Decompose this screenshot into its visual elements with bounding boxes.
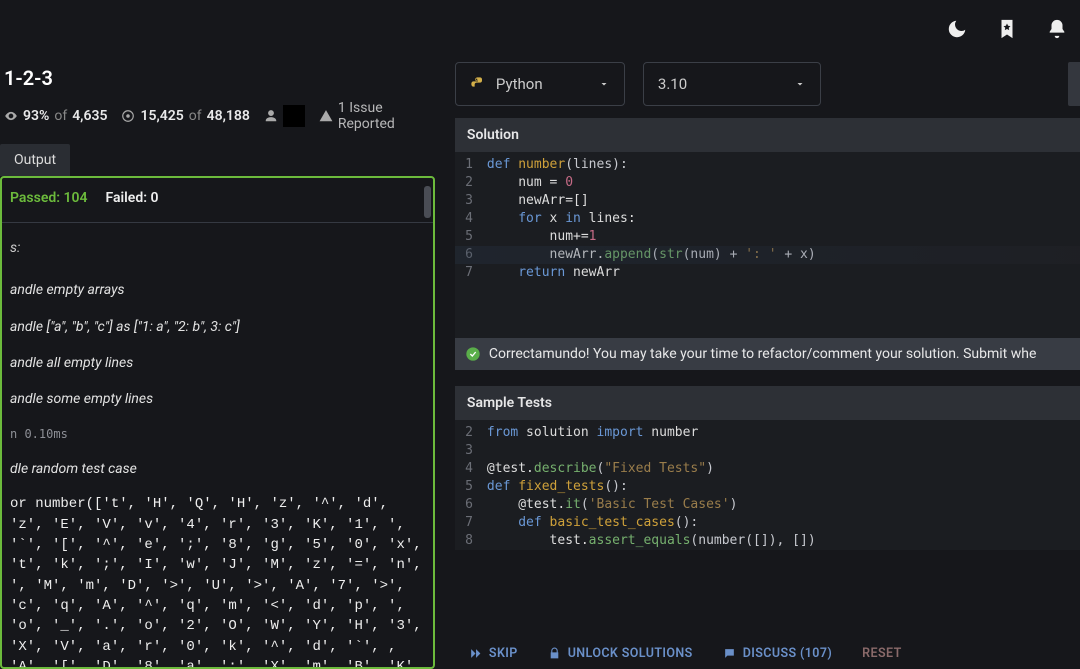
target-icon xyxy=(121,109,135,123)
random-body: or number(['t', 'H', 'Q', 'H', 'z', '^',… xyxy=(10,494,425,667)
warning-icon xyxy=(319,109,333,123)
reset-button[interactable]: RESET xyxy=(852,640,911,667)
skip-button[interactable]: SKIP xyxy=(459,640,528,667)
test-case: andle ["a", "b", "c"] as ["1: a", "2: b"… xyxy=(10,316,425,338)
chevron-down-icon xyxy=(794,78,806,90)
solution-header: Solution xyxy=(455,118,1080,152)
panel-handle[interactable] xyxy=(1068,62,1080,106)
kata-title: 1-2-3 xyxy=(0,62,443,100)
scrollbar[interactable] xyxy=(424,186,431,218)
timing: n 0.10ms xyxy=(10,425,425,444)
avatar xyxy=(283,105,305,127)
lock-icon xyxy=(548,647,561,660)
discuss-button[interactable]: DISCUSS (107) xyxy=(713,640,842,667)
test-case: andle all empty lines xyxy=(10,352,425,374)
kata-meta: 93% of 4,635 15,425 of 48,188 1 Issue Re… xyxy=(0,100,443,144)
python-icon xyxy=(470,76,486,92)
chevron-down-icon xyxy=(598,78,610,90)
passed-count: Passed: 104 xyxy=(10,190,88,206)
status-bar: Correctamundo! You may take your time to… xyxy=(455,338,1080,370)
sample-header: Sample Tests xyxy=(455,386,1080,420)
section-header: s: xyxy=(10,237,425,259)
chat-icon xyxy=(723,647,736,660)
test-case: andle empty arrays xyxy=(10,279,425,301)
test-case: andle some empty lines xyxy=(10,388,425,410)
output-panel: Passed: 104 Failed: 0 s: andle empty arr… xyxy=(0,176,435,669)
bell-icon[interactable] xyxy=(1046,18,1068,44)
bookmark-icon[interactable] xyxy=(996,18,1018,44)
unlock-button[interactable]: UNLOCK SOLUTIONS xyxy=(538,640,703,667)
solution-editor[interactable]: 1234567 def number(lines): num = 0 newAr… xyxy=(455,152,1080,338)
pass-rate: 93% of 4,635 xyxy=(4,108,107,124)
moon-icon[interactable] xyxy=(946,18,968,44)
random-header: dle random test case xyxy=(10,458,425,480)
tab-output[interactable]: Output xyxy=(0,144,70,176)
author[interactable] xyxy=(264,105,305,127)
language-label: Python xyxy=(496,75,543,93)
language-select[interactable]: Python xyxy=(455,62,625,106)
failed-count: Failed: 0 xyxy=(106,190,159,206)
version-label: 3.10 xyxy=(658,75,687,93)
version-select[interactable]: 3.10 xyxy=(643,62,821,106)
issues[interactable]: 1 Issue Reported xyxy=(319,100,443,132)
plays: 15,425 of 48,188 xyxy=(121,108,249,124)
forward-icon xyxy=(469,647,482,660)
eye-icon xyxy=(4,109,18,123)
user-icon xyxy=(264,109,278,123)
check-circle-icon xyxy=(465,346,481,362)
sample-editor[interactable]: 23456789 from solution import number @te… xyxy=(455,420,1080,550)
